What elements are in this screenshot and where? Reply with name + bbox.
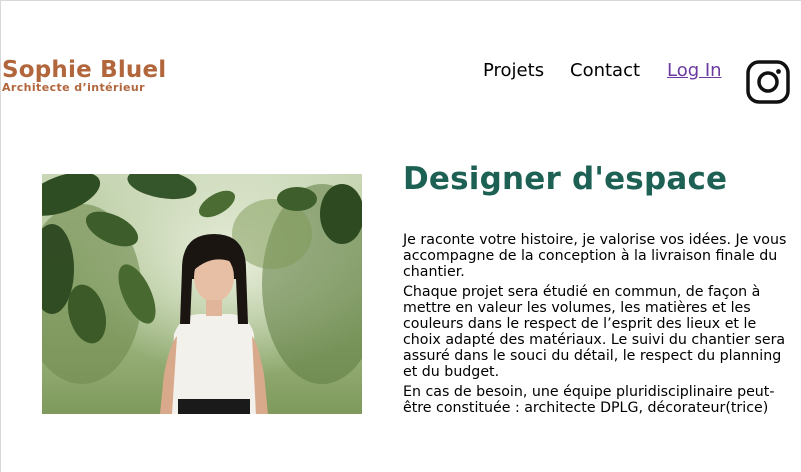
intro-title: Designer d'espace <box>403 161 728 197</box>
instagram-icon[interactable] <box>746 60 790 104</box>
portrait-image <box>42 174 362 414</box>
nav-link-contact[interactable]: Contact <box>570 59 640 83</box>
logo-subtitle: Architecte d’intérieur <box>2 81 145 94</box>
intro-text: Je raconte votre histoire, je valorise v… <box>403 232 798 420</box>
architect-photo <box>42 174 362 414</box>
logo-title: Sophie Bluel <box>2 57 167 83</box>
intro-paragraph: Je raconte votre histoire, je valorise v… <box>403 232 787 280</box>
nav-link-projets[interactable]: Projets <box>483 59 544 83</box>
intro-paragraph: En cas de besoin, une équipe pluridiscip… <box>403 384 775 416</box>
intro-paragraph: Chaque projet sera étudié en commun, de … <box>403 284 786 380</box>
nav-link-login[interactable]: Log In <box>667 59 722 83</box>
logo[interactable]: Sophie Bluel Architecte d’intérieur <box>2 57 262 94</box>
instagram-icon-graphic <box>746 60 790 104</box>
